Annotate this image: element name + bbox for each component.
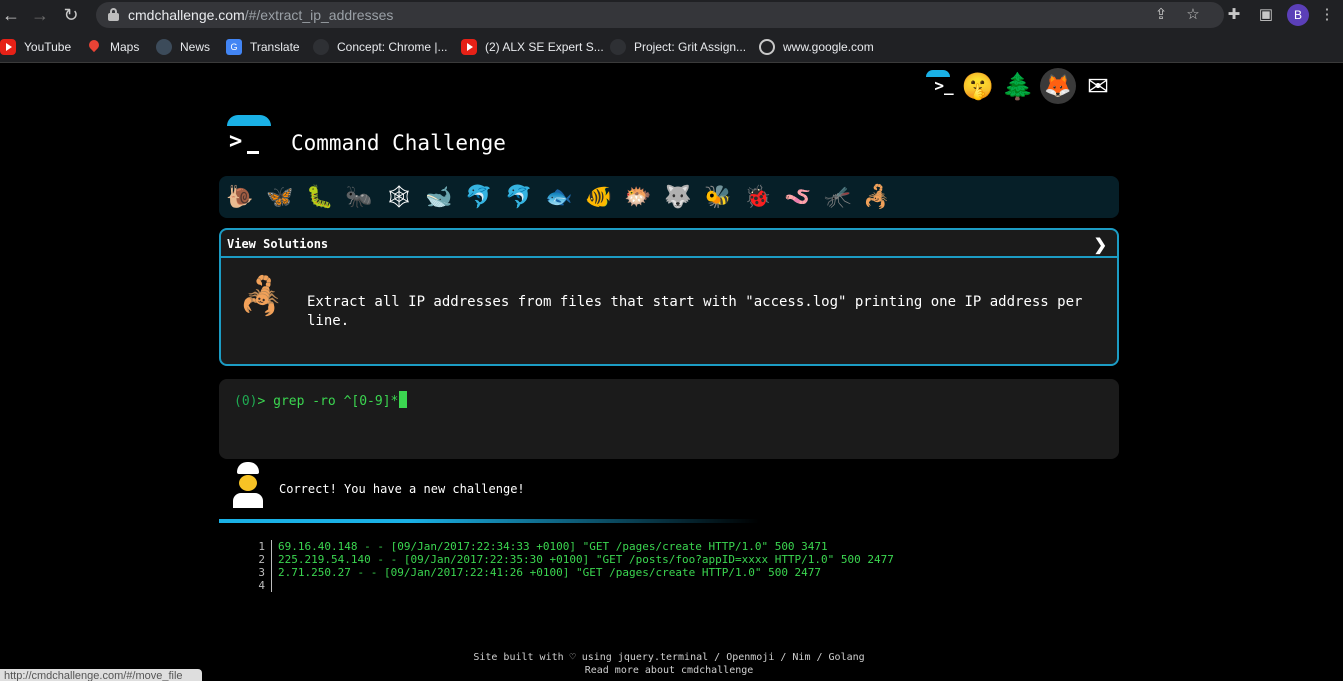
cook-icon bbox=[231, 462, 267, 508]
bookmark-google[interactable]: www.google.com bbox=[759, 38, 874, 55]
output-line: 4 bbox=[250, 579, 894, 592]
back-arrow-icon[interactable]: ← bbox=[0, 4, 22, 26]
gitlab-icon[interactable]: 🦊 bbox=[1040, 68, 1076, 104]
terminal[interactable]: (0)> grep -ro ^[0-9]* bbox=[219, 379, 1119, 459]
youtube-icon bbox=[461, 38, 477, 55]
output-line: 1 69.16.40.148 - - [09/Jan/2017:22:34:33 … bbox=[250, 540, 894, 553]
prompt-symbol: > bbox=[257, 394, 274, 409]
ladybug-icon[interactable]: 🐞 bbox=[741, 181, 775, 213]
shushing-face-icon[interactable]: 🤫 bbox=[960, 68, 996, 104]
progress-bar bbox=[219, 519, 759, 523]
feedback-message: Correct! You have a new challenge! bbox=[279, 482, 525, 496]
bookmark-label: News bbox=[180, 39, 211, 54]
spider-web-icon[interactable]: 🕸 bbox=[382, 181, 416, 213]
address-bar[interactable]: cmdchallenge.com/#/extract_ip_addresses … bbox=[96, 2, 1224, 28]
line-text: 225.219.54.140 - - [09/Jan/2017:22:35:30… bbox=[278, 553, 894, 566]
caterpillar-icon[interactable]: 🐛 bbox=[303, 181, 337, 213]
view-solutions-label: View Solutions bbox=[227, 237, 329, 251]
bookmark-grit[interactable]: Project: Grit Assign... bbox=[610, 38, 746, 55]
worm-icon[interactable]: 🪱 bbox=[781, 181, 815, 213]
output-line: 2 225.219.54.140 - - [09/Jan/2017:22:35:3… bbox=[250, 553, 894, 566]
youtube-icon bbox=[0, 38, 16, 55]
url-host: cmdchallenge.com bbox=[128, 7, 245, 23]
butterfly-icon[interactable]: 🦋 bbox=[263, 181, 297, 213]
terminal-cursor bbox=[399, 391, 408, 408]
profile-avatar[interactable]: B bbox=[1287, 4, 1309, 26]
line-number: 4 bbox=[250, 579, 272, 592]
globe-icon bbox=[759, 38, 775, 55]
extensions-puzzle-icon[interactable]: ✚ bbox=[1223, 4, 1245, 26]
site-favicon-icon bbox=[610, 38, 626, 55]
terminal-prompt-line[interactable]: (0)> grep -ro ^[0-9]* bbox=[234, 391, 408, 409]
side-panel-icon[interactable]: ▣ bbox=[1255, 4, 1277, 26]
scorpion-icon: 🦂 bbox=[239, 275, 284, 316]
bookmark-concept[interactable]: Concept: Chrome |... bbox=[313, 38, 448, 55]
share-icon[interactable]: ⇪ bbox=[1151, 5, 1171, 25]
bookmark-youtube[interactable]: YouTube bbox=[0, 38, 71, 55]
dolphin-icon[interactable]: 🐬 bbox=[462, 181, 496, 213]
snail-icon[interactable]: 🐌 bbox=[223, 181, 257, 213]
bookmark-maps[interactable]: Maps bbox=[86, 38, 139, 55]
maps-pin-icon bbox=[86, 39, 102, 55]
chevron-right-icon[interactable]: ❯ bbox=[1094, 235, 1107, 255]
forward-arrow-icon[interactable]: → bbox=[29, 4, 51, 26]
ant-icon[interactable]: 🐜 bbox=[342, 181, 376, 213]
bookmark-star-icon[interactable]: ☆ bbox=[1183, 5, 1203, 25]
status-bar-url: http://cmdchallenge.com/#/move_file bbox=[0, 669, 202, 681]
tree-icon[interactable]: 🌲 bbox=[1000, 68, 1036, 104]
bookmark-label: Translate bbox=[250, 39, 300, 54]
bookmark-label: Project: Grit Assign... bbox=[634, 39, 747, 54]
blowfish-icon[interactable]: 🐡 bbox=[621, 181, 655, 213]
footer-credits: Site built with ♡ using jquery.terminal … bbox=[473, 652, 865, 663]
bookmark-label: YouTube bbox=[24, 39, 72, 54]
bookmark-news[interactable]: News bbox=[156, 38, 210, 55]
top-social-icons: >_ 🤫 🌲 🦊 ✉ bbox=[920, 68, 1116, 104]
bookmark-label: Concept: Chrome |... bbox=[337, 39, 448, 54]
bookmark-label: Maps bbox=[110, 39, 140, 54]
challenge-selector-bar: 🐌 🦋 🐛 🐜 🕸 🐋 🐬 🐬 🐟 🐠 🐡 🐺 🐝 🐞 🪱 🦟 🦂 bbox=[219, 176, 1119, 218]
bookmark-label: www.google.com bbox=[783, 39, 874, 54]
command-output: 1 69.16.40.148 - - [09/Jan/2017:22:34:33 … bbox=[250, 540, 894, 592]
output-line: 3 2.71.250.27 - - [09/Jan/2017:22:41:26 +… bbox=[250, 566, 894, 579]
fish-icon[interactable]: 🐟 bbox=[542, 181, 576, 213]
scorpion-icon[interactable]: 🦂 bbox=[860, 181, 894, 213]
whale-icon[interactable]: 🐋 bbox=[422, 181, 456, 213]
challenge-card: View Solutions ❯ 🦂 Extract all IP addres… bbox=[219, 228, 1119, 366]
command-input[interactable]: grep -ro ^[0-9]* bbox=[273, 394, 398, 409]
url-path: /#/extract_ip_addresses bbox=[244, 7, 394, 23]
line-number: 3 bbox=[250, 566, 272, 579]
mosquito-icon[interactable]: 🦟 bbox=[821, 181, 855, 213]
line-text: 69.16.40.148 - - [09/Jan/2017:22:34:33 +… bbox=[278, 540, 828, 553]
bookmark-label: (2) ALX SE Expert S... bbox=[485, 39, 604, 54]
site-favicon-icon bbox=[313, 38, 329, 55]
view-solutions-header[interactable]: View Solutions ❯ bbox=[221, 230, 1117, 258]
tropical-fish-icon[interactable]: 🐠 bbox=[582, 181, 616, 213]
reload-icon[interactable]: ↻ bbox=[60, 4, 82, 26]
lock-icon bbox=[108, 8, 119, 21]
line-text bbox=[272, 579, 282, 592]
menu-kebab-icon[interactable]: ⋮ bbox=[1316, 4, 1338, 26]
bookmark-translate[interactable]: G Translate bbox=[226, 38, 300, 55]
line-number: 2 bbox=[250, 553, 272, 566]
bookmarks-bar: YouTube Maps News G Translate Concept: Ch… bbox=[0, 30, 1343, 63]
exit-code: (0) bbox=[234, 394, 258, 409]
wolf-icon[interactable]: 🐺 bbox=[661, 181, 695, 213]
url-text[interactable]: cmdchallenge.com/#/extract_ip_addresses bbox=[128, 7, 393, 23]
bee-icon[interactable]: 🐝 bbox=[701, 181, 735, 213]
terminal-logo-icon[interactable]: >_ bbox=[920, 68, 956, 104]
line-number: 1 bbox=[250, 540, 272, 553]
dolphin-icon[interactable]: 🐬 bbox=[502, 181, 536, 213]
site-logo: > bbox=[225, 115, 273, 159]
bookmark-alx[interactable]: (2) ALX SE Expert S... bbox=[461, 38, 604, 55]
translate-icon: G bbox=[226, 38, 242, 55]
news-icon bbox=[156, 38, 172, 55]
challenge-description: Extract all IP addresses from files that… bbox=[307, 294, 1083, 329]
page-title: Command Challenge bbox=[291, 131, 506, 155]
line-text: 2.71.250.27 - - [09/Jan/2017:22:41:26 +0… bbox=[278, 566, 822, 579]
envelope-icon[interactable]: ✉ bbox=[1080, 68, 1116, 104]
browser-toolbar: ← → ↻ cmdchallenge.com/#/extract_ip_addr… bbox=[0, 0, 1343, 30]
prompt-chevron-icon: > bbox=[229, 129, 243, 154]
